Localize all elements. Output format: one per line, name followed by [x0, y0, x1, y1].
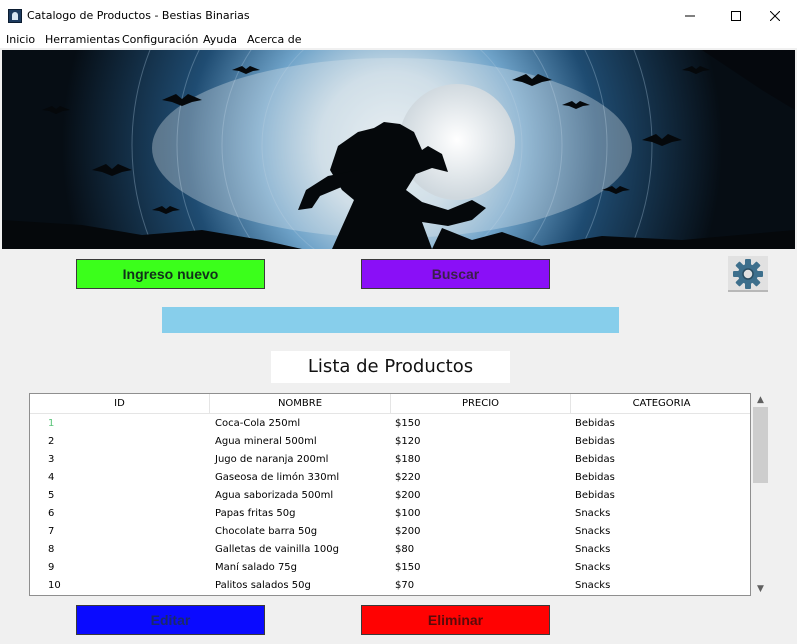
- table-row[interactable]: 2 Agua mineral 500ml $120 Bebidas: [30, 433, 750, 451]
- menu-bar: Inicio Herramientas Configuración Ayuda …: [0, 32, 797, 48]
- scrollbar-thumb[interactable]: [753, 407, 768, 483]
- cell-precio: $150: [395, 562, 421, 573]
- werewolf-moon-illustration: [2, 50, 795, 249]
- search-input[interactable]: [162, 307, 619, 333]
- banner-image: [2, 50, 795, 249]
- table-header: ID NOMBRE PRECIO CATEGORIA: [30, 394, 750, 414]
- cell-nombre: Gaseosa de limón 330ml: [215, 472, 340, 483]
- gear-icon: [733, 259, 763, 289]
- cell-nombre: Agua saborizada 500ml: [215, 490, 334, 501]
- table-row[interactable]: 9 Maní salado 75g $150 Snacks: [30, 559, 750, 577]
- cell-categoria: Bebidas: [575, 490, 615, 501]
- werewolf-app-icon: [8, 9, 22, 23]
- cell-precio: $70: [395, 580, 415, 591]
- buscar-button[interactable]: Buscar: [361, 259, 550, 289]
- cell-nombre: Coca-Cola 250ml: [215, 418, 301, 429]
- cell-precio: $100: [395, 508, 421, 519]
- column-header-precio[interactable]: PRECIO: [391, 394, 571, 414]
- table-row[interactable]: 4 Gaseosa de limón 330ml $220 Bebidas: [30, 469, 750, 487]
- cell-id: 8: [48, 544, 55, 555]
- table-row[interactable]: 6 Papas fritas 50g $100 Snacks: [30, 505, 750, 523]
- cell-precio: $120: [395, 436, 421, 447]
- minimize-icon: [685, 15, 695, 17]
- close-icon: [770, 11, 780, 21]
- menu-herramientas[interactable]: Herramientas: [45, 32, 120, 47]
- cell-categoria: Bebidas: [575, 472, 615, 483]
- table-scrollbar[interactable]: ▲ ▼: [752, 393, 769, 596]
- cell-precio: $150: [395, 418, 421, 429]
- title-bar: Catalogo de Productos - Bestias Binarias: [0, 0, 797, 32]
- cell-nombre: Chocolate barra 50g: [215, 526, 318, 537]
- table-row[interactable]: 7 Chocolate barra 50g $200 Snacks: [30, 523, 750, 541]
- scroll-down-arrow-icon[interactable]: ▼: [752, 582, 769, 596]
- cell-precio: $200: [395, 526, 421, 537]
- cell-nombre: Palitos salados 50g: [215, 580, 311, 591]
- cell-nombre: Agua mineral 500ml: [215, 436, 317, 447]
- menu-ayuda[interactable]: Ayuda: [203, 32, 237, 47]
- table-row[interactable]: 1 Coca-Cola 250ml $150 Bebidas: [30, 415, 750, 433]
- scroll-up-arrow-icon[interactable]: ▲: [752, 393, 769, 407]
- window-title: Catalogo de Productos - Bestias Binarias: [27, 9, 250, 22]
- minimize-button[interactable]: [667, 0, 713, 32]
- ingreso-nuevo-button[interactable]: Ingreso nuevo: [76, 259, 265, 289]
- cell-categoria: Bebidas: [575, 436, 615, 447]
- cell-precio: $180: [395, 454, 421, 465]
- cell-categoria: Bebidas: [575, 454, 615, 465]
- cell-precio: $220: [395, 472, 421, 483]
- cell-id: 7: [48, 526, 55, 537]
- maximize-icon: [731, 11, 741, 21]
- cell-id: 2: [48, 436, 55, 447]
- cell-id: 1: [48, 418, 55, 429]
- close-button[interactable]: [752, 0, 797, 32]
- cell-categoria: Snacks: [575, 526, 611, 537]
- column-header-id[interactable]: ID: [30, 394, 210, 414]
- menu-acerca-de[interactable]: Acerca de: [247, 32, 301, 47]
- cell-categoria: Bebidas: [575, 418, 615, 429]
- cell-nombre: Galletas de vainilla 100g: [215, 544, 339, 555]
- cell-id: 10: [48, 580, 61, 591]
- eliminar-button[interactable]: Eliminar: [361, 605, 550, 635]
- column-header-nombre[interactable]: NOMBRE: [210, 394, 391, 414]
- cell-precio: $200: [395, 490, 421, 501]
- menu-inicio[interactable]: Inicio: [6, 32, 35, 47]
- cell-categoria: Snacks: [575, 544, 611, 555]
- cell-nombre: Jugo de naranja 200ml: [215, 454, 329, 465]
- list-title: Lista de Productos: [271, 351, 510, 383]
- products-table: ID NOMBRE PRECIO CATEGORIA 1 Coca-Cola 2…: [29, 393, 751, 596]
- cell-id: 4: [48, 472, 55, 483]
- cell-categoria: Snacks: [575, 580, 611, 591]
- column-header-categoria[interactable]: CATEGORIA: [571, 394, 750, 414]
- cell-id: 3: [48, 454, 55, 465]
- cell-categoria: Snacks: [575, 562, 611, 573]
- table-row[interactable]: 10 Palitos salados 50g $70 Snacks: [30, 577, 750, 595]
- cell-id: 9: [48, 562, 55, 573]
- table-row[interactable]: 8 Galletas de vainilla 100g $80 Snacks: [30, 541, 750, 559]
- table-row[interactable]: 5 Agua saborizada 500ml $200 Bebidas: [30, 487, 750, 505]
- table-body: 1 Coca-Cola 250ml $150 Bebidas 2 Agua mi…: [30, 415, 750, 595]
- cell-id: 5: [48, 490, 55, 501]
- cell-categoria: Snacks: [575, 508, 611, 519]
- cell-nombre: Maní salado 75g: [215, 562, 298, 573]
- table-row[interactable]: 3 Jugo de naranja 200ml $180 Bebidas: [30, 451, 750, 469]
- cell-nombre: Papas fritas 50g: [215, 508, 296, 519]
- settings-button[interactable]: [728, 256, 768, 292]
- cell-precio: $80: [395, 544, 415, 555]
- menu-configuracion[interactable]: Configuración: [122, 32, 198, 47]
- cell-id: 6: [48, 508, 55, 519]
- editar-button[interactable]: Editar: [76, 605, 265, 635]
